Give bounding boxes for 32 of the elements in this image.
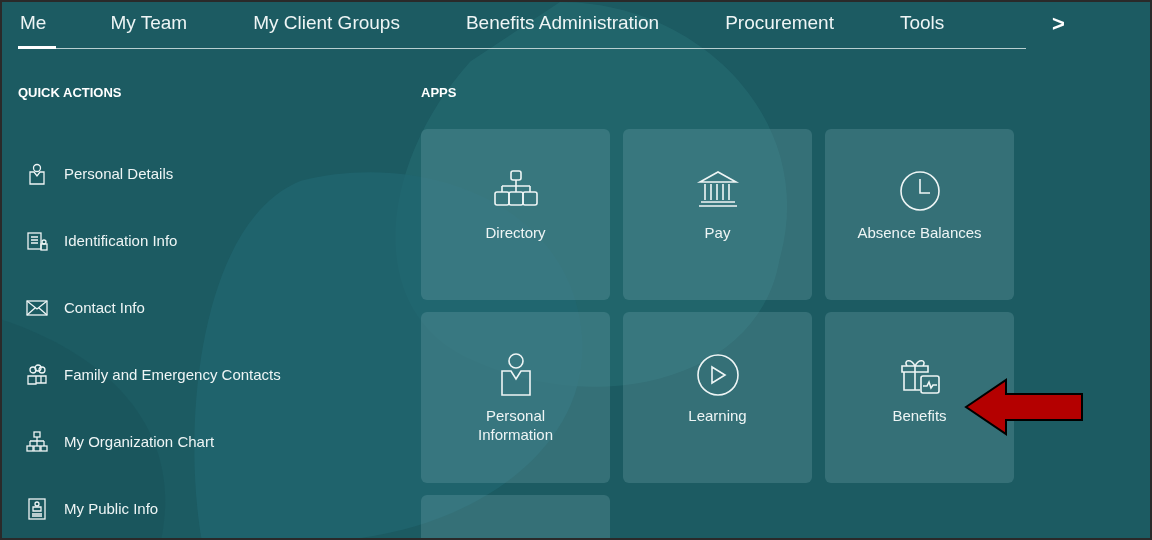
nav-tab[interactable]: My Client Groups xyxy=(251,2,402,49)
app-tile[interactable]: Personal Information xyxy=(421,312,610,483)
quick-action-link[interactable]: Identification Info xyxy=(64,232,178,249)
nav-tab[interactable]: Procurement xyxy=(723,2,836,49)
group-icon xyxy=(26,363,48,386)
nav-tab[interactable]: Me xyxy=(18,2,57,49)
nav-tab[interactable]: My Team xyxy=(108,2,190,49)
nav-tab[interactable]: Benefits Administration xyxy=(463,2,662,49)
app-tile[interactable]: Benefits xyxy=(825,312,1014,483)
tile-label: Learning xyxy=(687,406,748,425)
tile-label: Pay xyxy=(703,223,732,242)
quick-action-link[interactable]: Contact Info xyxy=(64,299,145,316)
section-heading: APPS xyxy=(421,85,458,102)
nav-tab[interactable]: Tools xyxy=(897,2,947,49)
person-icon xyxy=(26,162,48,185)
quick-action-link[interactable]: My Organization Chart xyxy=(64,433,215,450)
badge-icon xyxy=(26,497,48,520)
section-heading: QUICK ACTIONS xyxy=(18,85,123,102)
tile-label: Personal Information xyxy=(476,406,554,444)
app-tile[interactable]: Learning xyxy=(623,312,812,483)
tile-label: Benefits xyxy=(891,406,948,425)
app-tile[interactable]: Absence Balances xyxy=(825,129,1014,300)
org-chart-icon xyxy=(26,430,48,453)
next-tabs-button[interactable]: > xyxy=(1048,11,1069,37)
quick-action-link[interactable]: Personal Details xyxy=(64,165,174,182)
document-icon xyxy=(26,229,48,252)
tile-label: Absence Balances xyxy=(856,223,983,242)
app-tile[interactable]: Pay xyxy=(623,129,812,300)
tile-label: Directory xyxy=(484,223,547,242)
app-tile[interactable]: Directory xyxy=(421,129,610,300)
quick-action-link[interactable]: Family and Emergency Contacts xyxy=(64,366,281,383)
quick-action-link[interactable]: My Public Info xyxy=(64,500,159,517)
